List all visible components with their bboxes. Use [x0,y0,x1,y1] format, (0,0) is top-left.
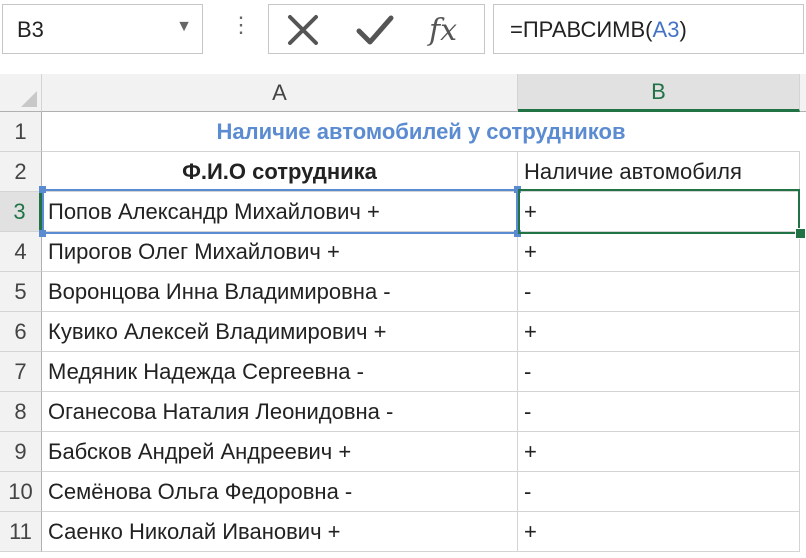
cell-a9[interactable]: Бабсков Андрей Андреевич + [42,432,518,472]
select-all-corner[interactable] [0,74,42,112]
row-header-3[interactable]: 3 [0,192,42,232]
ref-handle-br[interactable] [514,230,521,237]
cell-b10[interactable]: - [518,472,800,512]
check-icon [356,15,394,45]
ref-handle-tr[interactable] [514,186,521,193]
row-header-5[interactable]: 5 [0,272,42,312]
cell-a3[interactable]: Попов Александр Михайлович + [42,192,518,232]
cell-b5[interactable]: - [518,272,800,312]
formula-input[interactable]: =ПРАВСИМВ(A3) [493,4,804,54]
spreadsheet-grid: A B 1 Наличие автомобилей у сотрудников … [0,74,806,558]
cell-a5[interactable]: Воронцова Инна Владимировна - [42,272,518,312]
cell-b11[interactable]: + [518,512,800,552]
formula-ref: A3 [652,17,680,42]
more-options-icon[interactable]: ⋮ [230,12,252,38]
name-box-value: B3 [17,17,44,42]
row-header-8[interactable]: 8 [0,392,42,432]
formula-text: =ПРАВСИМВ(A3) [510,17,687,43]
row-header-4[interactable]: 4 [0,232,42,272]
cell-a6[interactable]: Кувико Алексей Владимирович + [42,312,518,352]
cell-b7[interactable]: - [518,352,800,392]
ref-handle-tl[interactable] [39,186,46,193]
ref-handle-bl[interactable] [39,230,46,237]
cell-b8[interactable]: - [518,392,800,432]
cell-a7[interactable]: Медяник Надежда Сергеевна - [42,352,518,392]
chevron-down-icon[interactable]: ▼ [176,18,192,36]
column-header-c[interactable] [800,74,806,112]
row-header-10[interactable]: 10 [0,472,42,512]
row-header-2[interactable]: 2 [0,152,42,192]
cell-b4[interactable]: + [518,232,800,272]
cell-a10[interactable]: Семёнова Ольга Федоровна - [42,472,518,512]
cell-b3[interactable]: + [518,192,800,232]
formula-buttons: fx [268,4,485,54]
column-header-a[interactable]: A [42,74,518,112]
sheet-title[interactable]: Наличие автомобилей у сотрудников [42,112,800,152]
enter-button[interactable] [351,11,399,49]
cell-b9[interactable]: + [518,432,800,472]
row-header-9[interactable]: 9 [0,432,42,472]
name-box[interactable]: B3 ▼ [2,4,203,54]
cell-a8[interactable]: Оганесова Наталия Леонидовна - [42,392,518,432]
column-header-b[interactable]: B [518,74,800,112]
cell-a4[interactable]: Пирогов Олег Михайлович + [42,232,518,272]
cell-b6[interactable]: + [518,312,800,352]
header-car-cell[interactable]: Наличие автомобиля [518,152,800,192]
cell-a11[interactable]: Саенко Николай Иванович + [42,512,518,552]
close-icon [288,15,318,45]
formula-bar: B3 ▼ ⋮ fx =ПРАВСИМВ(A3) [0,0,806,66]
fill-handle[interactable] [795,228,806,239]
row-header-11[interactable]: 11 [0,512,42,552]
row-header-1[interactable]: 1 [0,112,42,152]
header-name-cell[interactable]: Ф.И.О сотрудника [42,152,518,192]
cancel-button[interactable] [279,11,327,49]
row-header-7[interactable]: 7 [0,352,42,392]
insert-function-button[interactable]: fx [419,11,467,49]
formula-suffix: ) [679,17,687,42]
row-header-6[interactable]: 6 [0,312,42,352]
formula-prefix: =ПРАВСИМВ( [510,17,653,42]
